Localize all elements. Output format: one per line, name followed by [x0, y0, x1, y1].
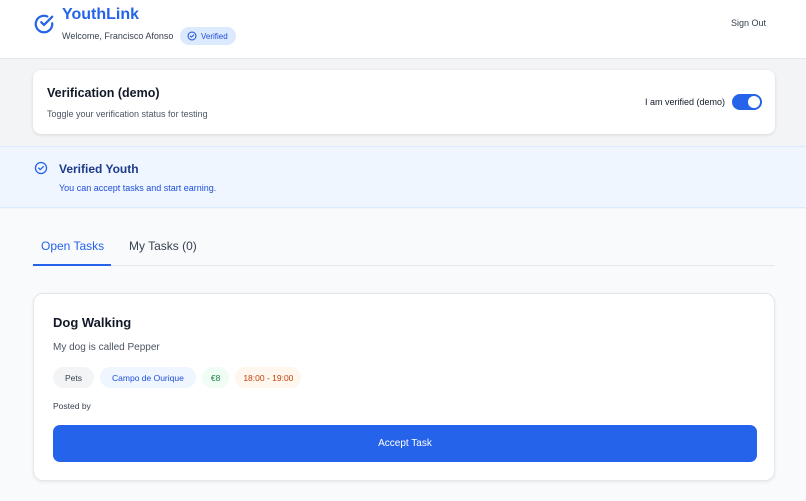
time-tag: 18:00 - 19:00 — [235, 367, 302, 388]
main-content: Open Tasks My Tasks (0) Dog Walking My d… — [0, 209, 806, 501]
verified-badge-label: Verified — [201, 31, 228, 41]
verification-toggle[interactable] — [732, 94, 762, 110]
verification-subtitle: Toggle your verification status for test… — [47, 109, 208, 119]
app-header: YouthLink Welcome, Francisco Afonso Veri… — [0, 0, 806, 59]
check-circle-icon — [34, 161, 48, 175]
sign-out-button[interactable]: Sign Out — [731, 18, 766, 28]
status-message: You can accept tasks and start earning. — [59, 183, 217, 193]
task-title: Dog Walking — [53, 315, 132, 330]
app-name: YouthLink — [62, 6, 140, 23]
verified-badge: Verified — [180, 27, 236, 45]
accept-task-button[interactable]: Accept Task — [53, 425, 757, 462]
welcome-text: Welcome, Francisco Afonso — [62, 31, 174, 41]
task-tags: Pets Campo de Ourique €8 18:00 - 19:00 — [53, 367, 302, 388]
tab-open-tasks[interactable]: Open Tasks — [41, 239, 104, 253]
task-description: My dog is called Pepper — [53, 342, 160, 353]
active-tab-indicator — [33, 264, 111, 266]
price-tag: €8 — [201, 367, 230, 388]
verification-card: Verification (demo) Toggle your verifica… — [33, 70, 775, 134]
status-title: Verified Youth — [59, 162, 139, 176]
verified-status-banner: Verified Youth You can accept tasks and … — [0, 146, 806, 208]
check-circle-icon — [187, 31, 197, 41]
task-tabs: Open Tasks My Tasks (0) — [33, 235, 775, 266]
tab-my-tasks[interactable]: My Tasks (0) — [129, 239, 197, 253]
verification-title: Verification (demo) — [47, 86, 160, 100]
check-circle-icon — [34, 14, 54, 34]
posted-by: Posted by — [53, 401, 91, 411]
verification-toggle-label: I am verified (demo) — [644, 97, 725, 107]
location-tag: Campo de Ourique — [100, 367, 196, 388]
task-card: Dog Walking My dog is called Pepper Pets… — [33, 293, 775, 481]
toggle-knob — [748, 96, 760, 108]
category-tag: Pets — [53, 367, 95, 388]
